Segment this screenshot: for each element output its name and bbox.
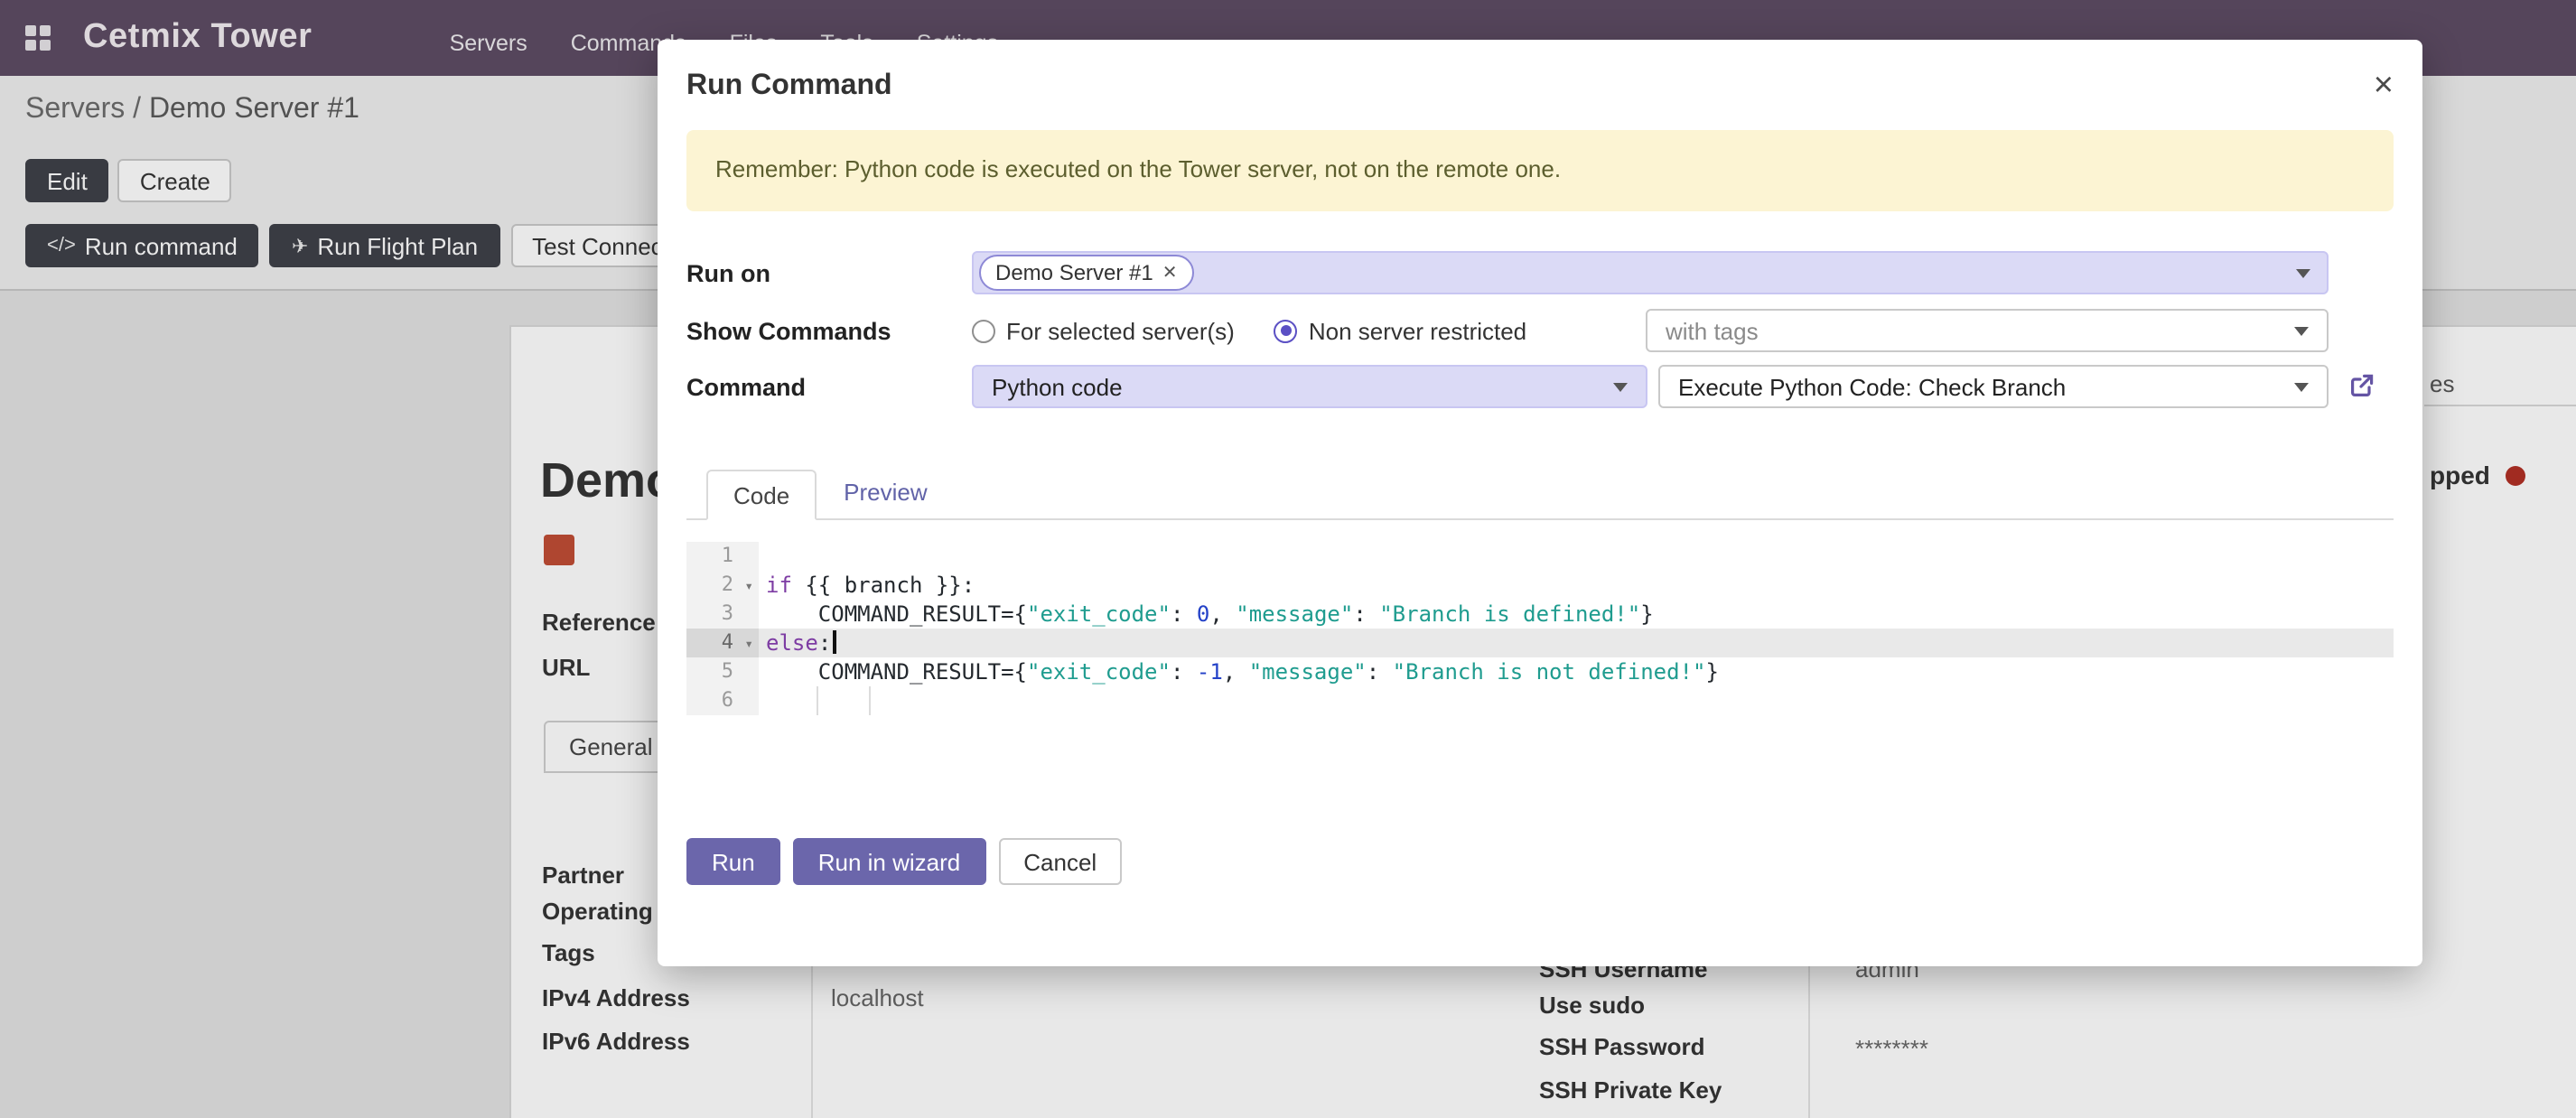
caret-down-icon[interactable] xyxy=(2296,268,2310,277)
run-in-wizard-button[interactable]: Run in wizard xyxy=(793,838,986,885)
command-label: Command xyxy=(686,373,972,400)
tab-code[interactable]: Code xyxy=(706,470,817,520)
code-line-4[interactable]: 4▾else: xyxy=(686,629,2394,657)
code-line-content: else: xyxy=(759,629,2394,657)
command-select[interactable]: Execute Python Code: Check Branch xyxy=(1658,365,2329,408)
text-cursor xyxy=(833,630,835,654)
radio-non-server-restricted[interactable]: Non server restricted xyxy=(1274,317,1526,344)
chip-remove-icon[interactable]: ✕ xyxy=(1162,263,1178,283)
caret-down-icon xyxy=(2294,382,2309,391)
run-button[interactable]: Run xyxy=(686,838,780,885)
line-number: 3 xyxy=(722,600,733,629)
indent-guide xyxy=(817,686,818,715)
command-type-select[interactable]: Python code xyxy=(972,365,1647,408)
code-line-content: COMMAND_RESULT={"exit_code": 0, "message… xyxy=(759,600,2394,629)
fold-arrow-icon[interactable]: ▾ xyxy=(744,630,753,659)
line-number: 5 xyxy=(722,657,733,686)
run-on-label: Run on xyxy=(686,259,972,286)
line-number: 6 xyxy=(722,686,733,715)
close-icon[interactable]: × xyxy=(2374,69,2394,103)
caret-down-icon xyxy=(2294,326,2309,335)
radio-for-selected-servers[interactable]: For selected server(s) xyxy=(972,317,1235,344)
cancel-button[interactable]: Cancel xyxy=(998,838,1122,885)
caret-down-icon xyxy=(1613,382,1628,391)
indent-guide xyxy=(869,686,871,715)
show-commands-label: Show Commands xyxy=(686,317,972,344)
code-line-3[interactable]: 3 COMMAND_RESULT={"exit_code": 0, "messa… xyxy=(686,600,2394,629)
radio-unselected-icon[interactable] xyxy=(972,319,995,342)
gutter-cell: 2▾ xyxy=(686,571,759,600)
line-number: 4 xyxy=(722,629,733,657)
code-line-6[interactable]: 6 xyxy=(686,686,2394,715)
warning-alert: Remember: Python code is executed on the… xyxy=(686,130,2394,211)
code-line-1[interactable]: 1 xyxy=(686,542,2394,571)
modal-title: Run Command xyxy=(686,69,892,105)
line-number: 1 xyxy=(722,542,733,571)
gutter-cell: 4▾ xyxy=(686,629,759,657)
run-command-modal: Run Command × Remember: Python code is e… xyxy=(658,40,2422,966)
gutter-cell: 6 xyxy=(686,686,759,715)
code-editor[interactable]: 12▾if {{ branch }}:3 COMMAND_RESULT={"ex… xyxy=(686,542,2394,715)
tab-preview[interactable]: Preview xyxy=(817,468,955,518)
fold-arrow-icon[interactable]: ▾ xyxy=(744,573,753,601)
code-line-2[interactable]: 2▾if {{ branch }}: xyxy=(686,571,2394,600)
code-line-content: COMMAND_RESULT={"exit_code": -1, "messag… xyxy=(759,657,2394,686)
with-tags-select[interactable]: with tags xyxy=(1646,309,2329,352)
code-line-content xyxy=(759,542,2394,571)
code-line-content: if {{ branch }}: xyxy=(759,571,2394,600)
external-link-icon[interactable] xyxy=(2347,370,2377,401)
code-line-5[interactable]: 5 COMMAND_RESULT={"exit_code": -1, "mess… xyxy=(686,657,2394,686)
code-line-content xyxy=(759,686,2394,715)
gutter-cell: 5 xyxy=(686,657,759,686)
run-on-field[interactable]: Demo Server #1 ✕ xyxy=(972,251,2329,294)
radio-selected-icon[interactable] xyxy=(1274,319,1298,342)
modal-tabs: Code Preview xyxy=(686,466,2394,520)
gutter-cell: 3 xyxy=(686,600,759,629)
server-chip[interactable]: Demo Server #1 ✕ xyxy=(979,255,1194,291)
gutter-cell: 1 xyxy=(686,542,759,571)
line-number: 2 xyxy=(722,571,733,600)
